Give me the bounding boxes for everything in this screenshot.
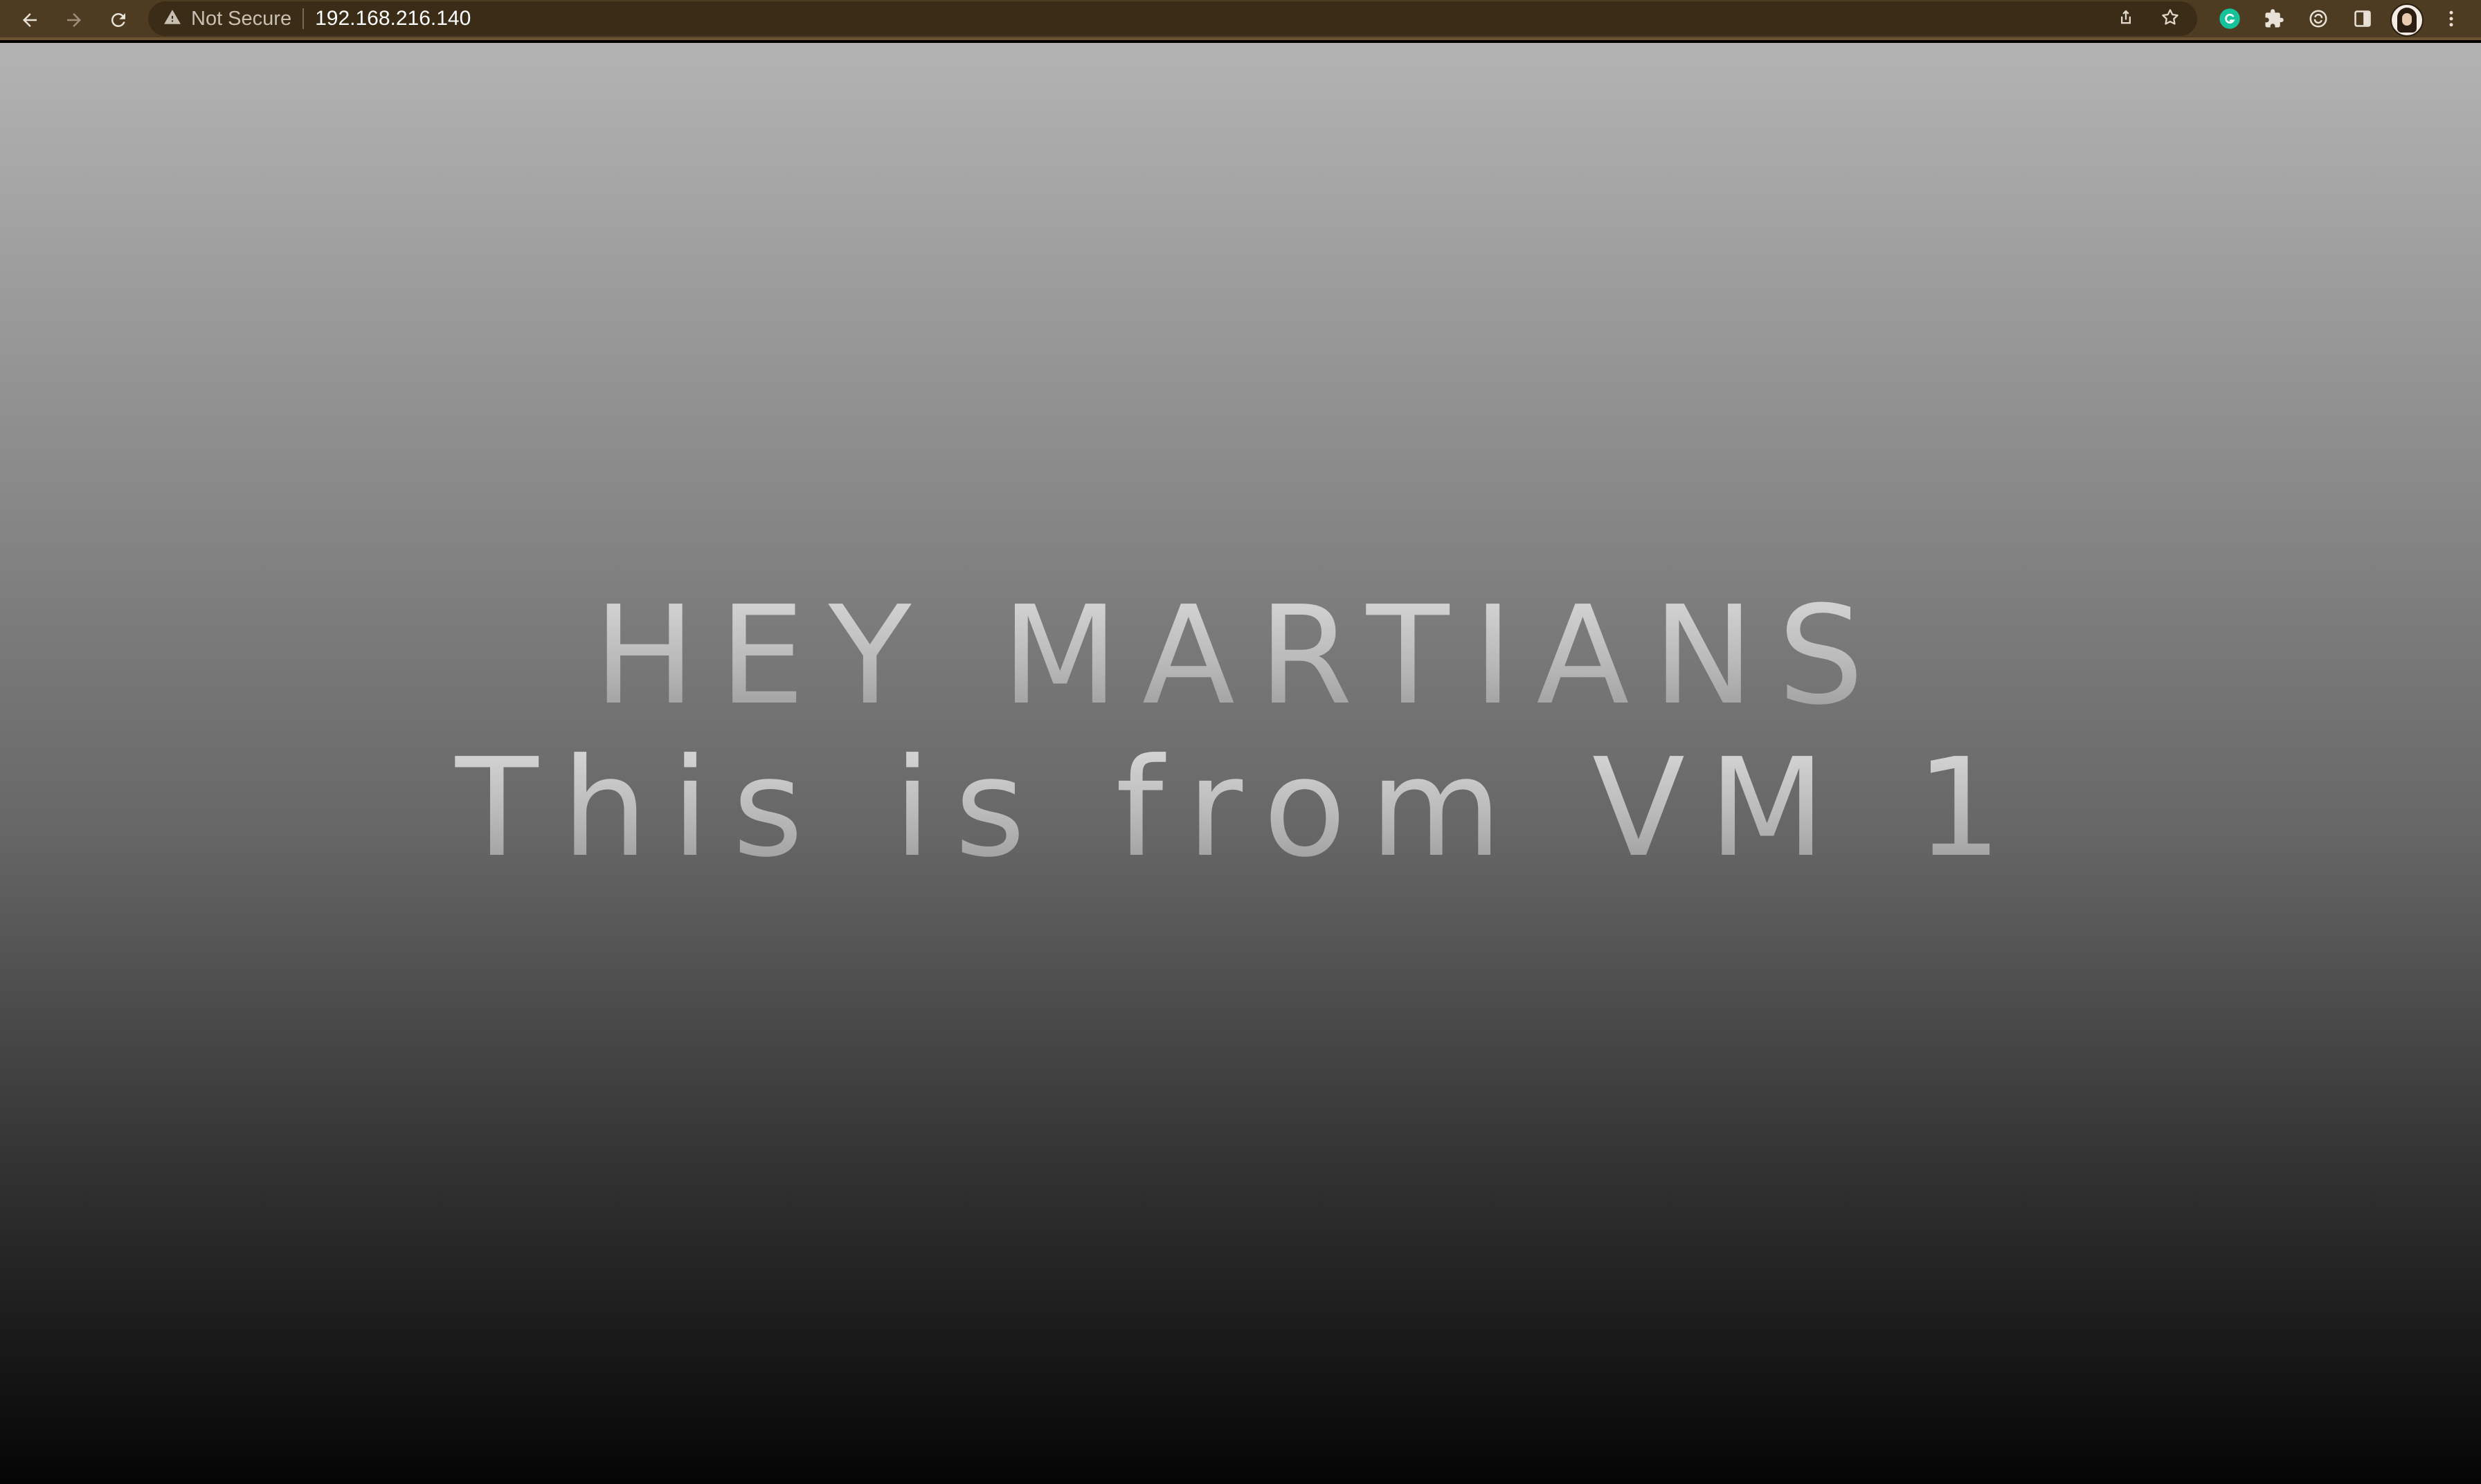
browser-toolbar: Not Secure 192.168.216.140	[0, 0, 2481, 40]
reload-icon	[108, 10, 129, 30]
side-panel-button[interactable]	[2345, 3, 2380, 37]
share-button[interactable]	[2109, 1, 2143, 36]
url-text[interactable]: 192.168.216.140	[315, 7, 471, 30]
back-button[interactable]	[14, 4, 46, 36]
grammarly-button[interactable]	[2212, 3, 2247, 37]
arrow-left-icon	[19, 10, 40, 30]
site-info[interactable]: Not Secure 192.168.216.140	[163, 1, 471, 36]
grammarly-icon	[2219, 8, 2241, 33]
page-content: HEY MARTIANS This is from VM 1	[0, 43, 2481, 1484]
menu-button[interactable]	[2434, 3, 2469, 37]
reload-button[interactable]	[102, 4, 134, 36]
headline-primary: HEY MARTIANS	[0, 588, 2481, 724]
forward-button[interactable]	[58, 4, 90, 36]
star-icon	[2160, 7, 2181, 31]
sync-button[interactable]	[2301, 3, 2336, 37]
profile-button[interactable]	[2390, 3, 2424, 37]
omnibox-divider	[303, 8, 305, 29]
extensions-puzzle-icon	[2264, 8, 2284, 33]
warning-triangle-icon	[163, 8, 181, 30]
address-bar[interactable]: Not Secure 192.168.216.140	[148, 1, 2197, 36]
profile-avatar	[2390, 3, 2424, 37]
headline-secondary: This is from VM 1	[0, 741, 2481, 876]
extensions-button[interactable]	[2257, 3, 2291, 37]
bookmark-button[interactable]	[2153, 1, 2187, 36]
more-vert-icon	[2441, 8, 2462, 33]
toolbar-icons	[2212, 3, 2478, 37]
arrow-right-icon	[64, 10, 84, 30]
omnibox-actions	[2109, 1, 2197, 36]
sync-icon	[2308, 8, 2329, 33]
side-panel-icon	[2353, 9, 2372, 32]
security-label: Not Secure	[191, 7, 292, 30]
share-icon	[2116, 8, 2136, 30]
